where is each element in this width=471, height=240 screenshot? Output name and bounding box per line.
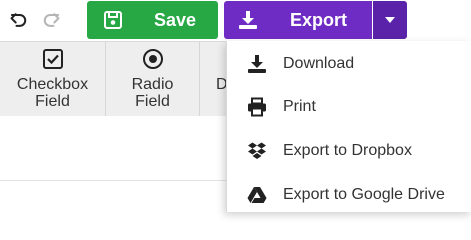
menu-item-export-to-dropbox[interactable]: Export to Dropbox [227, 131, 471, 171]
radio-field-tile[interactable]: Radio Field [106, 42, 200, 116]
save-button[interactable]: Save [87, 1, 218, 39]
menu-item-label: Print [283, 98, 316, 115]
dropbox-icon [248, 142, 266, 159]
menu-item-label: Download [283, 55, 355, 72]
menu-item-export-to-google-drive[interactable]: Export to Google Drive [227, 175, 471, 215]
printer-icon [248, 97, 266, 117]
download-icon [248, 55, 266, 73]
caret-down-icon [385, 17, 395, 23]
redo-icon [43, 13, 60, 27]
radio-field-line2: Field [135, 93, 170, 110]
menu-item-label: Export to Google Drive [283, 186, 445, 203]
undo-icon [10, 13, 27, 27]
download-icon [239, 11, 257, 29]
canvas-divider [0, 180, 230, 181]
menu-item-print[interactable]: Print [227, 87, 471, 127]
checkbox-field-tile[interactable]: Checkbox Field [0, 42, 106, 116]
export-button[interactable]: Export [224, 1, 372, 39]
checkbox-icon [42, 49, 63, 69]
radio-icon [142, 49, 163, 69]
menu-item-download[interactable]: Download [227, 44, 471, 84]
menu-item-label: Export to Dropbox [283, 142, 412, 159]
toolbar: Save Export [0, 0, 471, 40]
checkbox-field-line2: Field [35, 93, 70, 110]
export-label: Export [290, 10, 348, 30]
export-dropdown-toggle[interactable] [373, 1, 407, 39]
undo-button[interactable] [6, 6, 32, 34]
export-menu: Download Print Export to Dropbox Export … [226, 41, 471, 212]
radio-field-line1: Radio [131, 76, 174, 93]
checkbox-field-line1: Checkbox [16, 76, 89, 93]
google-drive-icon [247, 187, 267, 203]
redo-button[interactable] [38, 6, 64, 34]
floppy-disk-icon [104, 11, 122, 29]
save-label: Save [154, 10, 197, 30]
